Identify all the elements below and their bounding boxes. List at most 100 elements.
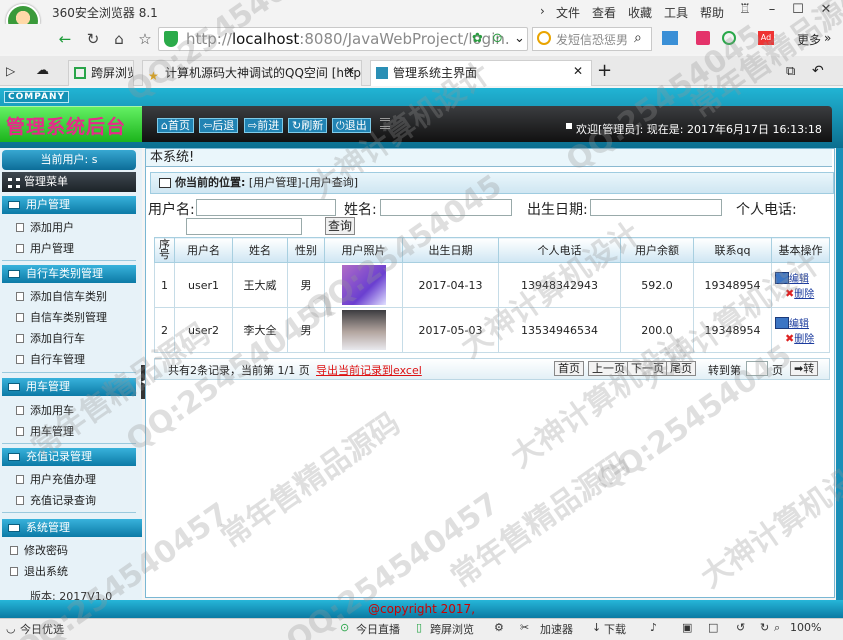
menu-favorites[interactable]: 收藏 (628, 4, 652, 21)
group-recharge-management[interactable]: 充值记录管理 (2, 448, 136, 466)
sidebar-item-recharge-query[interactable]: 充值记录查询 (16, 492, 96, 508)
tab-management[interactable]: 管理系统主界面 (370, 60, 592, 86)
delete-icon[interactable]: ✖ (785, 287, 794, 300)
back-button[interactable]: ⇦后退 (199, 118, 239, 133)
sidebar-item-add-user[interactable]: 添加用户 (16, 219, 74, 235)
edit-icon[interactable] (775, 317, 789, 329)
menu-view[interactable]: 查看 (592, 4, 616, 21)
status-accelerator[interactable]: 加速器 (540, 621, 573, 637)
sidebar-toggle-icon[interactable]: ▷ (6, 64, 15, 78)
finance-icon[interactable] (722, 31, 736, 45)
logout-button[interactable]: ⏻退出 (332, 118, 371, 133)
next-page-button[interactable]: 下一页 (627, 361, 668, 376)
sidebar-item-bike-management[interactable]: 自行车管理 (16, 351, 85, 367)
mail-icon[interactable] (696, 31, 710, 45)
minimize-icon[interactable]: – (760, 2, 784, 20)
new-tab-icon[interactable]: + (597, 60, 612, 81)
chevron-down-icon[interactable]: ⌄ (514, 31, 525, 46)
close-window-icon[interactable]: ✕ (814, 2, 838, 20)
delete-link[interactable]: 删除 (794, 289, 814, 300)
user-photo (341, 265, 386, 305)
ad-block-icon[interactable]: Ad (758, 31, 774, 45)
page-number-input[interactable] (746, 361, 768, 376)
star-icon[interactable]: ☆ (134, 28, 156, 50)
maximize-icon[interactable]: ☐ (786, 2, 810, 20)
first-page-button[interactable]: 首页 (554, 361, 584, 376)
tab-qq-space[interactable]: ★ 计算机源码大神调试的QQ空间 [http: (142, 60, 362, 86)
query-button[interactable]: 查询 (325, 217, 355, 235)
status-download[interactable]: 下载 (604, 621, 626, 637)
sidebar-item-user-recharge[interactable]: 用户充值办理 (16, 471, 96, 487)
close-tab-icon[interactable]: ✕ (345, 64, 355, 78)
more-menu[interactable]: 更多 (797, 31, 821, 48)
last-page-button[interactable]: 尾页 (666, 361, 696, 376)
refresh-status-icon[interactable]: ↻ (760, 621, 769, 634)
close-tab-icon[interactable]: ✕ (573, 64, 583, 78)
home-icon[interactable]: ⌂ (108, 28, 130, 50)
group-system-management[interactable]: 系统管理 (2, 519, 142, 537)
apps-icon[interactable] (662, 31, 678, 45)
recommend-icon[interactable]: ◡ (6, 622, 16, 635)
group-user-management[interactable]: 用户管理 (2, 196, 136, 214)
sidebar-item-add-rental[interactable]: 添加用车 (16, 402, 74, 418)
folder-icon (8, 383, 20, 391)
edit-link[interactable]: 编辑 (789, 319, 809, 330)
skin-icon[interactable]: ♖ (733, 2, 757, 20)
edit-icon[interactable] (775, 272, 789, 284)
sidebar-item-logout[interactable]: 退出系统 (10, 563, 68, 579)
refresh-button[interactable]: ↻刷新 (288, 118, 328, 133)
forward-button[interactable]: ⇨前进 (244, 118, 284, 133)
back-icon[interactable]: ← (54, 28, 76, 50)
sidebar-item-add-bike-category[interactable]: 添加自信车类别 (16, 288, 107, 304)
group-bike-category[interactable]: 自行车类别管理 (2, 265, 136, 283)
zoom-icon[interactable]: ⌕ (774, 621, 780, 635)
chevron-right-icon[interactable]: › (540, 4, 545, 18)
sidebar-item-user-management[interactable]: 用户管理 (16, 240, 74, 256)
more-chevron-icon[interactable]: » (824, 31, 831, 45)
history-icon[interactable]: ⊙ (492, 31, 503, 46)
restore-tabs-icon[interactable]: ⧉ (786, 64, 795, 79)
status-cross-screen[interactable]: 跨屏浏览 (430, 621, 474, 637)
export-excel-link[interactable]: 导出当前记录到excel (316, 362, 422, 378)
settings-icon[interactable]: ⚙ (494, 621, 504, 634)
delete-icon[interactable]: ✖ (785, 332, 794, 345)
breadcrumb: 你当前的位置: [用户管理]-[用户查询] (150, 172, 834, 194)
live-icon[interactable]: ⊙ (340, 621, 349, 634)
group-rental-management[interactable]: 用车管理 (2, 378, 136, 396)
refresh-icon[interactable]: ↻ (82, 28, 104, 50)
go-button[interactable]: ➡转 (790, 361, 819, 376)
status-live[interactable]: 今日直播 (356, 621, 400, 637)
search-engine-icon[interactable] (537, 31, 551, 45)
menu-tools[interactable]: 工具 (664, 4, 688, 21)
birth-input[interactable] (590, 199, 722, 216)
status-today-picks[interactable]: 今日优选 (20, 621, 64, 637)
home-button[interactable]: ⌂首页 (157, 118, 194, 133)
sidebar-item-rental-management[interactable]: 用车管理 (16, 423, 74, 439)
tab-cross-screen[interactable]: 跨屏浏览 (68, 60, 134, 86)
username-input[interactable] (196, 199, 336, 216)
menu-help[interactable]: 帮助 (700, 4, 724, 21)
undo-icon[interactable]: ↺ (736, 621, 745, 634)
sidebar-item-add-bike[interactable]: 添加自行车 (16, 330, 85, 346)
window-icon[interactable]: □ (708, 621, 718, 634)
image-icon[interactable]: ▣ (682, 621, 692, 634)
delete-link[interactable]: 删除 (794, 334, 814, 345)
sound-icon[interactable]: ♪ (650, 621, 657, 634)
download-icon[interactable]: ↓ (592, 621, 601, 634)
menu-file[interactable]: 文件 (556, 4, 580, 21)
cloud-icon[interactable]: ☁ (36, 63, 49, 78)
prev-page-button[interactable]: 上一页 (588, 361, 629, 376)
zoom-level[interactable]: 100% (790, 621, 821, 634)
search-icon[interactable]: ⌕ (634, 30, 642, 46)
url-text[interactable]: http://localhost:8080/JavaWebProject/log… (186, 30, 510, 48)
sidebar-item-bike-category-management[interactable]: 自信车类别管理 (16, 309, 107, 325)
name-input[interactable] (380, 199, 512, 216)
scissors-icon[interactable]: ✂ (520, 621, 529, 634)
undo-close-icon[interactable]: ↶ (812, 63, 824, 79)
sidebar-item-change-password[interactable]: 修改密码 (10, 542, 68, 558)
phone-input[interactable] (186, 218, 302, 235)
edit-link[interactable]: 编辑 (789, 274, 809, 285)
bullet-icon (566, 123, 572, 129)
security-icon[interactable]: ✿ (472, 31, 483, 46)
phone-status-icon[interactable]: ▯ (416, 621, 422, 634)
